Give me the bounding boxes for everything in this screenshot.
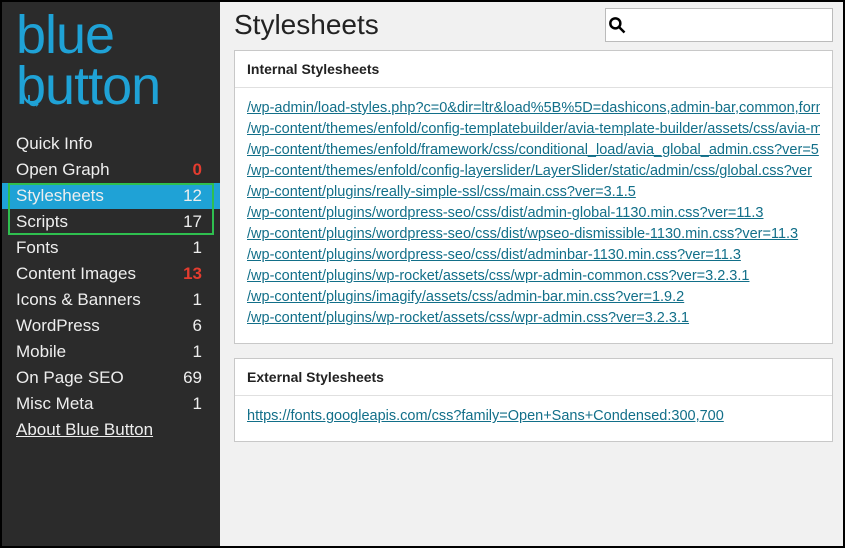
header: Stylesheets	[234, 8, 833, 42]
stylesheet-link[interactable]: /wp-content/plugins/really-simple-ssl/cs…	[247, 182, 820, 203]
sidebar-item-label: Icons & Banners	[16, 290, 141, 310]
sidebar-item-stylesheets[interactable]: Stylesheets 12	[2, 183, 220, 209]
sidebar-item-label: On Page SEO	[16, 368, 124, 388]
stylesheet-link[interactable]: /wp-content/plugins/wordpress-seo/css/di…	[247, 203, 820, 224]
sidebar-item-label: Fonts	[16, 238, 59, 258]
sidebar-item-count: 17	[182, 212, 202, 232]
sidebar-item-label: About Blue Button	[16, 420, 153, 440]
external-stylesheets-panel: External Stylesheets https://fonts.googl…	[234, 358, 833, 442]
sidebar-item-count: 13	[182, 264, 202, 284]
stylesheet-link[interactable]: /wp-content/plugins/wordpress-seo/css/di…	[247, 245, 820, 266]
sidebar-item-content-images[interactable]: Content Images 13	[2, 261, 220, 287]
stylesheet-link[interactable]: /wp-admin/load-styles.php?c=0&dir=ltr&lo…	[247, 98, 820, 119]
stylesheet-link[interactable]: /wp-content/themes/enfold/config-layersl…	[247, 161, 820, 182]
search-icon	[606, 15, 627, 35]
sidebar-item-open-graph[interactable]: Open Graph 0	[2, 157, 220, 183]
stylesheet-link[interactable]: https://fonts.googleapis.com/css?family=…	[247, 406, 820, 427]
stylesheet-link[interactable]: /wp-content/plugins/wp-rocket/assets/css…	[247, 266, 820, 287]
panel-title-internal: Internal Stylesheets	[235, 51, 832, 88]
sidebar-item-count: 1	[182, 290, 202, 310]
panel-title-external: External Stylesheets	[235, 359, 832, 396]
internal-stylesheets-panel: Internal Stylesheets /wp-admin/load-styl…	[234, 50, 833, 344]
sidebar-item-count: 0	[182, 160, 202, 180]
nav-list: Quick Info Open Graph 0 Stylesheets 12 Script…	[2, 131, 220, 443]
sidebar-item-label: Open Graph	[16, 160, 110, 180]
sidebar-item-icons-banners[interactable]: Icons & Banners 1	[2, 287, 220, 313]
search-box[interactable]	[605, 8, 833, 42]
sidebar-item-count: 1	[182, 238, 202, 258]
main-content: Stylesheets Internal Stylesheets /wp-adm…	[220, 2, 843, 546]
logo: blue button	[2, 10, 220, 131]
page-title: Stylesheets	[234, 9, 379, 41]
stylesheet-link[interactable]: /wp-content/plugins/wp-rocket/assets/css…	[247, 308, 820, 329]
sidebar-item-label: WordPress	[16, 316, 100, 336]
sidebar-item-label: Misc Meta	[16, 394, 93, 414]
stylesheet-link[interactable]: /wp-content/themes/enfold/config-templat…	[247, 119, 820, 140]
sidebar-item-count: 1	[182, 342, 202, 362]
sidebar-item-misc-meta[interactable]: Misc Meta 1	[2, 391, 220, 417]
sidebar: blue button Quick Info Open Graph 0 Stylesh…	[2, 2, 220, 546]
sidebar-item-quick-info[interactable]: Quick Info	[2, 131, 220, 157]
sidebar-item-on-page-seo[interactable]: On Page SEO 69	[2, 365, 220, 391]
sidebar-item-count: 12	[182, 186, 202, 206]
sidebar-item-label: Mobile	[16, 342, 66, 362]
stylesheet-link[interactable]: /wp-content/themes/enfold/framework/css/…	[247, 140, 820, 161]
search-input[interactable]	[627, 9, 832, 41]
stylesheet-link[interactable]: /wp-content/plugins/imagify/assets/css/a…	[247, 287, 820, 308]
sidebar-item-mobile[interactable]: Mobile 1	[2, 339, 220, 365]
sidebar-item-scripts[interactable]: Scripts 17	[2, 209, 220, 235]
sidebar-item-about-blue-button[interactable]: About Blue Button	[2, 417, 220, 443]
internal-stylesheets-list: /wp-admin/load-styles.php?c=0&dir=ltr&lo…	[235, 88, 832, 343]
external-stylesheets-list: https://fonts.googleapis.com/css?family=…	[235, 396, 832, 441]
sidebar-item-label: Stylesheets	[16, 186, 104, 206]
sidebar-item-label: Content Images	[16, 264, 136, 284]
sidebar-item-label: Quick Info	[16, 134, 93, 154]
sidebar-item-label: Scripts	[16, 212, 68, 232]
sidebar-item-count: 69	[182, 368, 202, 388]
sidebar-item-count: 6	[182, 316, 202, 336]
stylesheet-link[interactable]: /wp-content/plugins/wordpress-seo/css/di…	[247, 224, 820, 245]
sidebar-item-count: 1	[182, 394, 202, 414]
sidebar-item-fonts[interactable]: Fonts 1	[2, 235, 220, 261]
sidebar-item-wordpress[interactable]: WordPress 6	[2, 313, 220, 339]
